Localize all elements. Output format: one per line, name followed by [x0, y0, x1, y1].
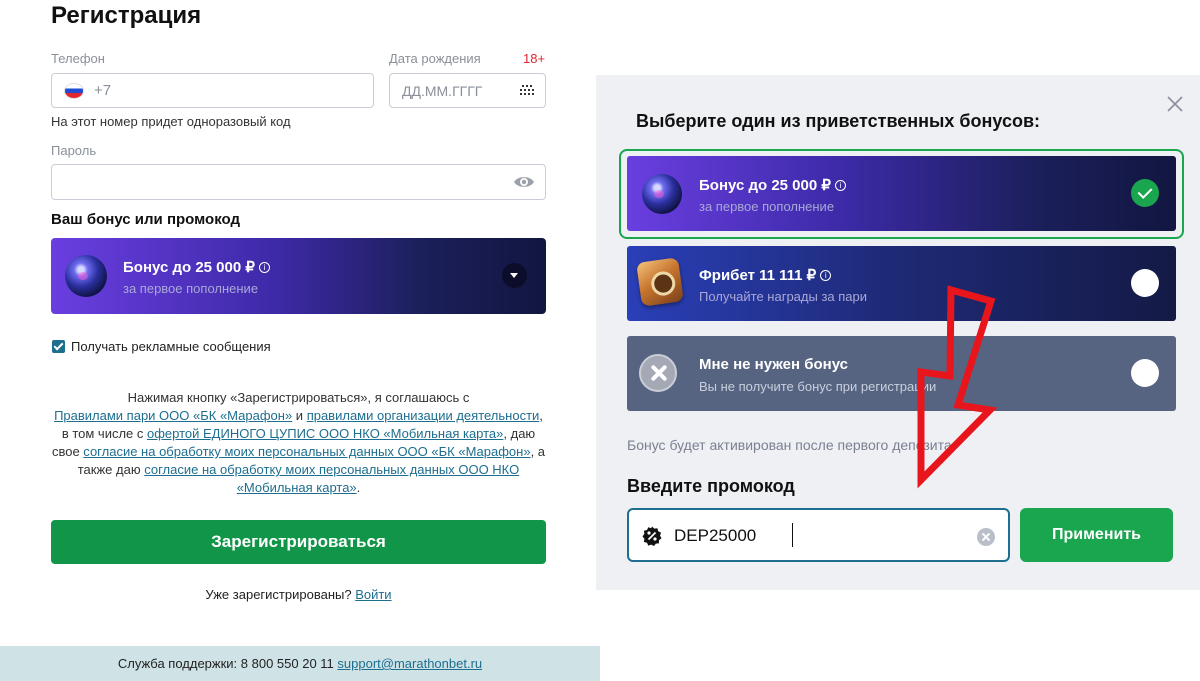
no-bonus-icon: [639, 354, 677, 392]
close-icon[interactable]: [1166, 95, 1184, 113]
bonus-selector[interactable]: Бонус до 25 000 ₽ i за первое пополнение: [51, 238, 546, 314]
promo-code-input[interactable]: DEP25000: [627, 508, 1010, 562]
betting-rules-link[interactable]: Правилами пари ООО «БК «Марафон»: [54, 408, 292, 423]
info-icon[interactable]: i: [258, 262, 270, 273]
russia-flag-icon[interactable]: [64, 83, 84, 99]
bonus-ball-icon: [65, 255, 107, 297]
promo-code-value: DEP25000: [674, 526, 757, 545]
calendar-icon[interactable]: [519, 84, 535, 98]
phone-label: Телефон: [51, 51, 105, 66]
phone-input[interactable]: +7: [51, 73, 374, 108]
promo-heading: Введите промокод: [627, 476, 795, 496]
phone-prefix: +7: [94, 82, 112, 99]
cupis-offer-link[interactable]: офертой ЕДИНОГО ЦУПИС ООО НКО «Мобильная…: [147, 426, 503, 441]
ads-checkbox[interactable]: [52, 340, 65, 353]
treasure-chest-icon: [636, 257, 684, 307]
already-registered: Уже зарегистрированы? Войти: [205, 587, 392, 602]
birth-date-field[interactable]: [389, 73, 546, 108]
radio-no-bonus[interactable]: [1131, 359, 1159, 387]
password-label: Пароль: [51, 143, 97, 158]
birth-date-input[interactable]: [390, 74, 510, 107]
modal-title: Выберите один из приветственных бонусов:: [636, 111, 1041, 131]
bonus-option-deposit[interactable]: Бонус до 25 000 ₽ i за первое пополнение: [627, 156, 1176, 231]
agreement-text: Нажимая кнопку «Зарегистрироваться», я с…: [51, 390, 546, 495]
page-title: Регистрация: [51, 2, 202, 29]
support-bar: Служба поддержки: 8 800 550 20 11 suppor…: [0, 646, 600, 681]
option-title: Бонус до 25 000 ₽ i: [699, 176, 846, 194]
bonus-ball-icon: [642, 174, 682, 214]
bonus-title: Бонус до 25 000 ₽ i: [123, 258, 270, 276]
ads-checkbox-label[interactable]: Получать рекламные сообщения: [71, 339, 271, 354]
clear-icon[interactable]: [977, 528, 995, 546]
register-button[interactable]: Зарегистрироваться: [51, 520, 546, 564]
bonus-heading: Ваш бонус или промокод: [51, 211, 240, 228]
birth-date-label: Дата рождения: [389, 51, 481, 66]
eye-icon[interactable]: [513, 174, 535, 190]
age-limit-badge: 18+: [523, 51, 546, 66]
phone-hint: На этот номер придет одноразовый код: [51, 114, 291, 129]
bonus-modal: Выберите один из приветственных бонусов:…: [596, 75, 1200, 590]
text-caret: [792, 523, 793, 547]
apply-button[interactable]: Применить: [1020, 508, 1173, 562]
organization-rules-link[interactable]: правилами организации деятельности: [307, 408, 540, 423]
personal-data-consent-nko-link[interactable]: согласие на обработку моих персональных …: [144, 462, 519, 495]
option-subtitle: за первое пополнение: [699, 199, 835, 214]
info-icon[interactable]: i: [834, 180, 846, 191]
promo-badge-icon: [642, 526, 662, 546]
option-subtitle: Получайте награды за пари: [699, 289, 868, 304]
check-icon[interactable]: [1131, 179, 1159, 207]
bonus-option-none[interactable]: Мне не нужен бонус Вы не получите бонус …: [627, 336, 1176, 411]
bonus-subtitle: за первое пополнение: [123, 281, 259, 296]
activation-note: Бонус будет активирован после первого де…: [627, 437, 956, 453]
option-title: Мне не нужен бонус: [699, 356, 849, 373]
login-link[interactable]: Войти: [355, 587, 391, 602]
chevron-down-icon[interactable]: [502, 263, 527, 288]
password-input[interactable]: [51, 164, 546, 200]
radio-freebet[interactable]: [1131, 269, 1159, 297]
option-title: Фрибет 11 111 ₽ i: [699, 266, 832, 284]
personal-data-consent-link[interactable]: согласие на обработку моих персональных …: [83, 444, 530, 459]
bonus-option-freebet[interactable]: Фрибет 11 111 ₽ i Получайте награды за па…: [627, 246, 1176, 321]
option-subtitle: Вы не получите бонус при регистрации: [699, 379, 937, 394]
info-icon[interactable]: i: [820, 270, 832, 281]
support-email-link[interactable]: support@marathonbet.ru: [337, 656, 482, 671]
registration-panel: Регистрация Телефон Дата рождения 18+ +7…: [0, 0, 600, 681]
